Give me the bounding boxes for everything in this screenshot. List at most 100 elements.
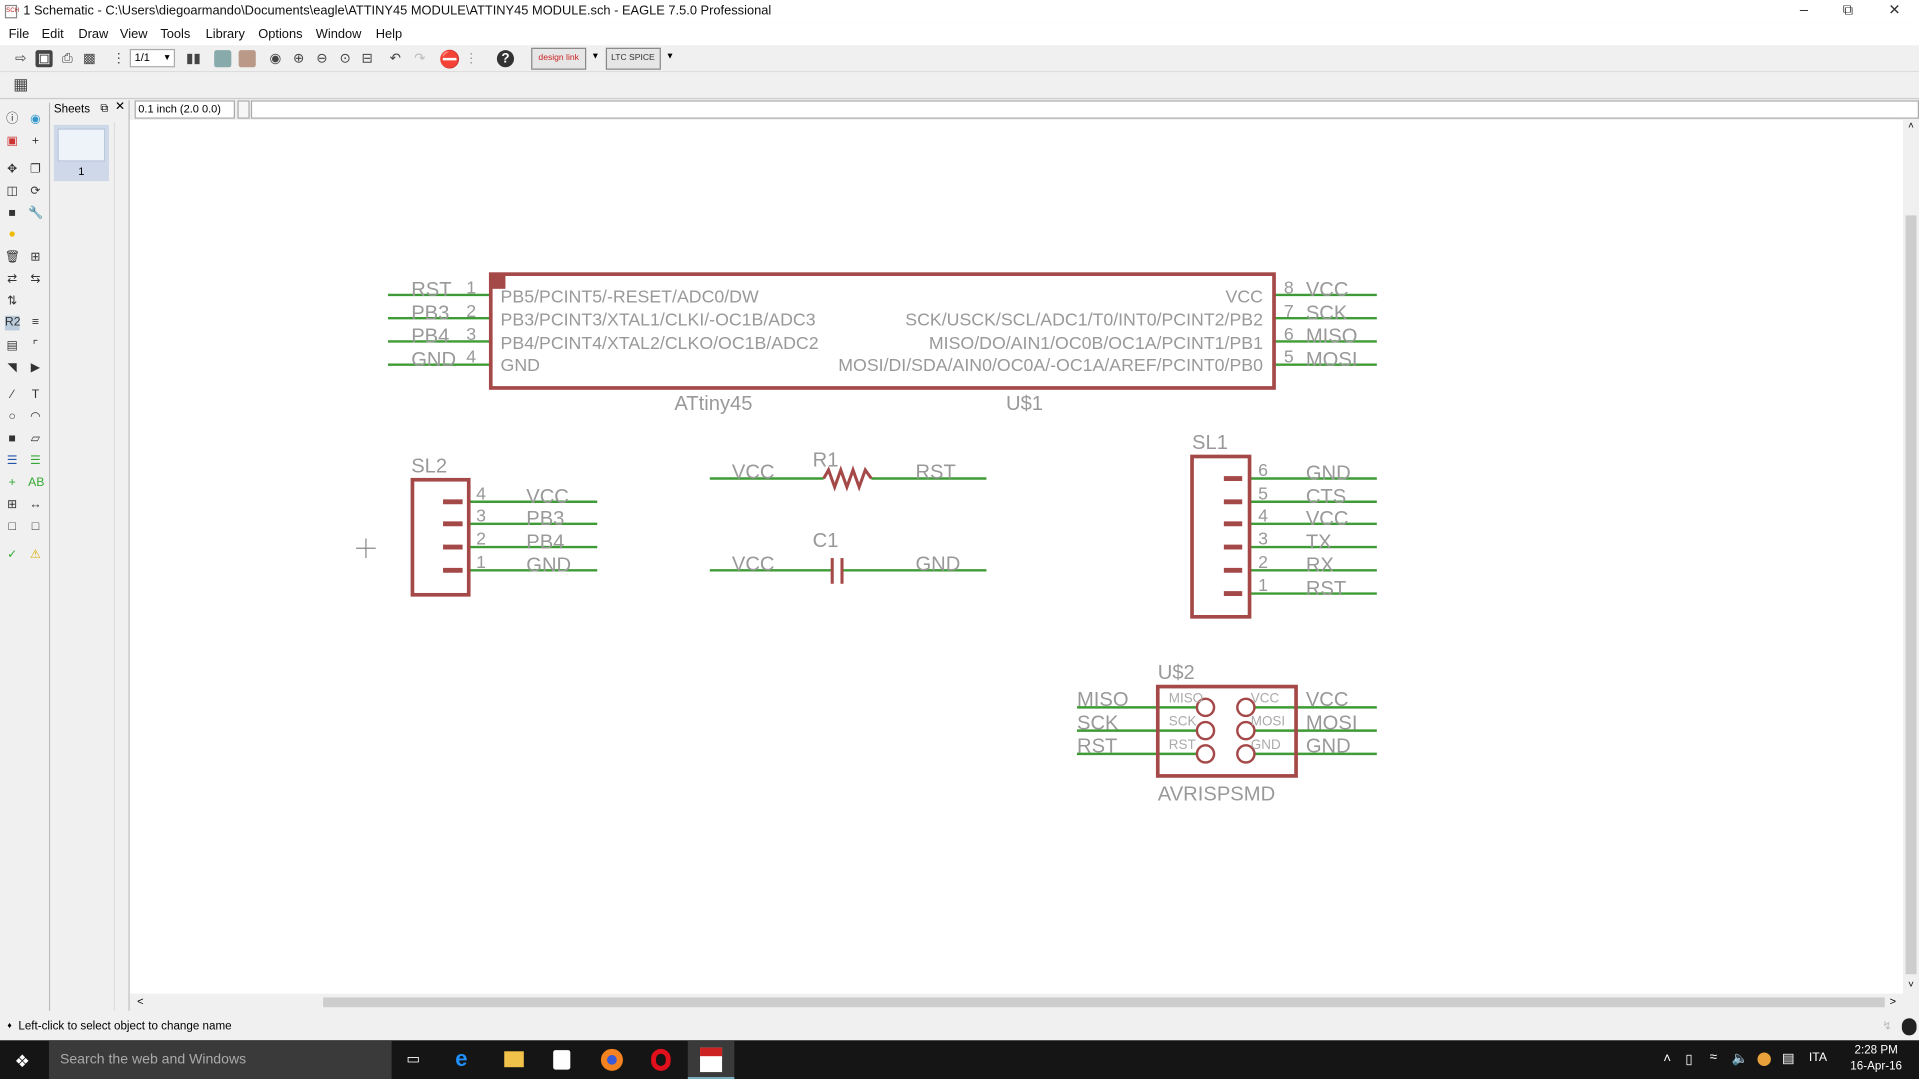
pin-number: 2 bbox=[1258, 552, 1268, 572]
pin-name: MISO bbox=[1169, 690, 1203, 705]
store-icon[interactable] bbox=[553, 1050, 571, 1070]
eagle-taskbar-button[interactable] bbox=[687, 1040, 735, 1079]
scroll-up-icon[interactable]: ˄ bbox=[1903, 120, 1919, 131]
part-name: C1 bbox=[813, 530, 839, 552]
pad bbox=[1195, 720, 1216, 741]
pin-number: 1 bbox=[466, 278, 476, 298]
file-explorer-icon[interactable] bbox=[504, 1051, 524, 1068]
pin-number: 4 bbox=[1258, 505, 1268, 525]
net-label: VCC bbox=[526, 486, 569, 508]
net-label: PB4 bbox=[411, 326, 449, 348]
pin-number: 8 bbox=[1284, 278, 1294, 298]
net-label: VCC bbox=[732, 462, 775, 484]
net-label: MOSI bbox=[1306, 712, 1358, 734]
pin-number: 4 bbox=[476, 483, 486, 503]
hint-icon: ♦ bbox=[7, 1021, 12, 1031]
pin-name: MOSI/DI/SDA/AIN0/OC0A/-OC1A/AREF/PCINT0/… bbox=[838, 355, 1263, 375]
eagle-icon bbox=[700, 1047, 723, 1073]
net-label: SCK bbox=[1077, 712, 1119, 734]
resistor-symbol bbox=[822, 465, 873, 492]
net-label: GND bbox=[915, 553, 960, 575]
net-label: MISO bbox=[1077, 689, 1129, 711]
tray-expand-icon[interactable]: ˄ bbox=[1663, 1051, 1671, 1066]
language-indicator[interactable]: ITA bbox=[1809, 1051, 1827, 1064]
pin-name: PB4/PCINT4/XTAL2/CLKO/OC1B/ADC2 bbox=[501, 333, 819, 353]
part-sl2[interactable]: SL2 4 VCC 3 PB3 2 PB4 1 GND bbox=[410, 455, 598, 597]
net-label: VCC bbox=[1306, 279, 1349, 301]
scroll-right-icon[interactable]: > bbox=[1890, 995, 1896, 1007]
pad bbox=[1195, 744, 1216, 764]
clock[interactable]: 2:28 PM 16-Apr-16 bbox=[1843, 1043, 1909, 1075]
part-u1[interactable]: RST PB3 PB4 GND 1 2 3 4 PB5/PCINT5/-RESE… bbox=[387, 272, 1377, 415]
pin-number: 3 bbox=[466, 324, 476, 344]
net-label: GND bbox=[411, 349, 456, 371]
pin-name: VCC bbox=[1226, 286, 1264, 306]
pin-name: VCC bbox=[1251, 690, 1280, 705]
opera-icon[interactable] bbox=[651, 1048, 671, 1071]
part-name: U$2 bbox=[1158, 662, 1195, 684]
pin-name: GND bbox=[1251, 737, 1281, 752]
net-label: SCK bbox=[1306, 302, 1348, 324]
net-label: VCC bbox=[1306, 508, 1349, 530]
pin-number: 2 bbox=[466, 301, 476, 321]
pin-number: 6 bbox=[1284, 324, 1294, 344]
pin-name: GND bbox=[501, 355, 540, 375]
stop-status-icon[interactable] bbox=[1901, 1018, 1917, 1036]
pin-name: MOSI bbox=[1251, 714, 1285, 729]
part-c1[interactable]: C1 VCC GND bbox=[709, 530, 987, 584]
edge-icon[interactable]: e bbox=[455, 1046, 467, 1072]
notifications-icon[interactable]: ▤ bbox=[1782, 1050, 1795, 1066]
windows-start-icon[interactable]: ❖ bbox=[15, 1051, 30, 1072]
vertical-scroll-thumb[interactable] bbox=[1905, 215, 1917, 975]
pin-number: 3 bbox=[476, 505, 486, 525]
clock-date: 16-Apr-16 bbox=[1850, 1059, 1903, 1074]
horizontal-scrollbar[interactable]: < > bbox=[129, 993, 1904, 1011]
part-sl1[interactable]: SL1 6 GND 5 CTS 4 VCC 3 TX 2 RX 1 RST bbox=[1190, 432, 1377, 619]
pin-number: 4 bbox=[466, 346, 476, 366]
firefox-icon[interactable] bbox=[600, 1048, 623, 1071]
clock-time: 2:28 PM bbox=[1854, 1043, 1898, 1058]
sl2-body bbox=[410, 477, 471, 597]
net-label: CTS bbox=[1306, 486, 1346, 508]
status-bar: ♦ Left-click to select object to change … bbox=[0, 1010, 1919, 1041]
part-value: AVRISPSMD bbox=[1158, 783, 1275, 805]
net-label: RST bbox=[915, 462, 955, 484]
scroll-left-icon[interactable]: < bbox=[137, 995, 143, 1007]
pin-name: SCK bbox=[1169, 714, 1197, 729]
part-u2[interactable]: U$2 MISO MISO VCC VCC SCK SCK MOSI MOSI RST RST GN… bbox=[1076, 662, 1377, 805]
crosshair-cursor bbox=[356, 538, 376, 559]
vertical-scrollbar[interactable]: ˄ ˅ bbox=[1903, 119, 1919, 994]
pin-name: PB3/PCINT3/XTAL1/CLKI/-OC1B/ADC3 bbox=[501, 310, 816, 330]
status-text: Left-click to select object to change na… bbox=[18, 1019, 232, 1033]
net-label: RX bbox=[1306, 555, 1335, 577]
tray-app-icon[interactable] bbox=[1757, 1052, 1771, 1066]
pin-name: MISO/DO/AIN1/OC0B/OC1A/PCINT1/PB1 bbox=[929, 333, 1263, 353]
search-box[interactable]: Search the web and Windows bbox=[48, 1040, 392, 1079]
net-label: GND bbox=[1306, 736, 1351, 758]
net-label: VCC bbox=[1306, 689, 1349, 711]
volume-icon[interactable]: 🔈 bbox=[1732, 1050, 1749, 1066]
horizontal-scroll-thumb[interactable] bbox=[323, 997, 1885, 1008]
net-label: RST bbox=[1077, 736, 1117, 758]
wifi-icon[interactable]: ≈ bbox=[1710, 1050, 1717, 1065]
net-label: RST bbox=[1306, 578, 1346, 600]
task-view-icon[interactable]: ▭ bbox=[406, 1050, 420, 1067]
net-label: PB3 bbox=[526, 508, 564, 530]
battery-icon[interactable]: ▯ bbox=[1685, 1051, 1692, 1068]
part-name: R1 bbox=[813, 449, 839, 471]
part-r1[interactable]: R1 VCC RST bbox=[709, 449, 987, 492]
net-label: MOSI bbox=[1306, 349, 1358, 371]
pin-number: 1 bbox=[1258, 575, 1268, 595]
taskbar: ❖ Search the web and Windows ▭ e ˄ ▯ ≈ 🔈… bbox=[0, 1040, 1919, 1079]
lightning-icon: ↯ bbox=[1882, 1019, 1893, 1033]
scroll-down-icon[interactable]: ˅ bbox=[1903, 979, 1919, 990]
part-value: ATtiny45 bbox=[674, 393, 752, 415]
part-name: SL2 bbox=[411, 455, 447, 477]
part-name: SL1 bbox=[1192, 432, 1228, 454]
net-label: TX bbox=[1306, 531, 1332, 553]
pin-number: 2 bbox=[476, 529, 486, 549]
net-label: GND bbox=[1306, 463, 1351, 485]
pin-number: 5 bbox=[1258, 483, 1268, 503]
net-label: RST bbox=[411, 279, 451, 301]
schematic-drawing: RST PB3 PB4 GND 1 2 3 4 PB5/PCINT5/-RESE… bbox=[356, 272, 1377, 805]
